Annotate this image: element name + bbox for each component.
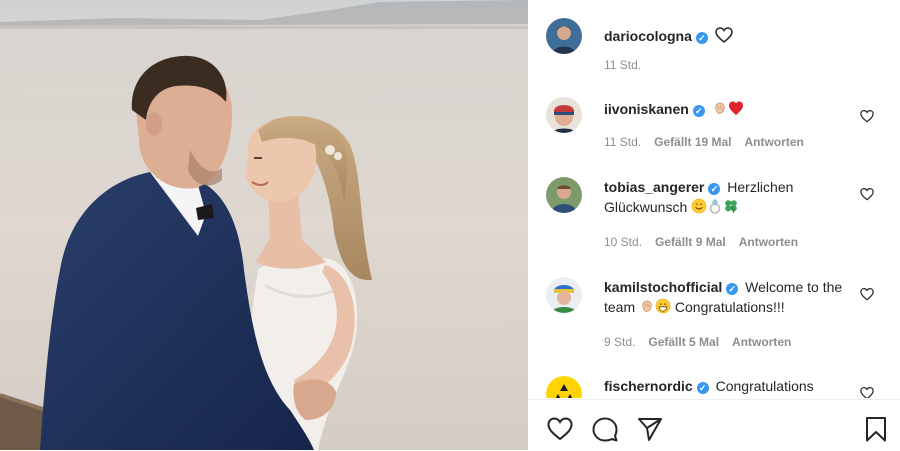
comment-like-heart-icon[interactable]	[860, 386, 874, 398]
instagram-post-view: dariocologna ✓ 11 Std. iivoniskanen ✓ 11…	[0, 0, 900, 450]
comment-body: Congratulations	[715, 378, 814, 394]
avatar[interactable]	[546, 18, 582, 54]
comment-item: iivoniskanen ✓ 11 Std. Gefällt 19 Mal Antwo…	[528, 97, 900, 167]
four-leaf-clover-icon	[725, 200, 737, 214]
reply-button[interactable]: Antworten	[732, 335, 791, 349]
comment-meta: 11 Std. Gefällt 19 Mal Antworten	[604, 135, 817, 149]
wedding-photo-image	[0, 0, 528, 450]
comment-username[interactable]: iivoniskanen	[604, 101, 689, 117]
comment-meta: 9 Std. Gefällt 5 Mal Antworten	[604, 335, 804, 349]
comment-username[interactable]: kamilstochofficial	[604, 279, 722, 295]
timestamp: 10 Std.	[604, 235, 643, 249]
verified-badge-icon: ✓	[726, 283, 739, 295]
smiling-face-icon	[691, 198, 707, 214]
clapping-hands-icon	[715, 102, 725, 114]
white-heart-icon	[715, 27, 733, 43]
red-heart-icon	[728, 101, 743, 115]
timestamp: 11 Std.	[604, 135, 642, 149]
ring-icon	[709, 199, 721, 214]
comment-text: fischernordic ✓ Congratulations	[604, 376, 862, 396]
author-avatar-image	[546, 18, 582, 54]
avatar[interactable]	[546, 177, 582, 213]
comment-username[interactable]: tobias_angerer	[604, 179, 704, 195]
comment-like-heart-icon[interactable]	[860, 187, 874, 201]
post-photo[interactable]	[0, 0, 528, 450]
post-caption: dariocologna ✓ 11 Std.	[528, 18, 900, 78]
verified-badge-icon: ✓	[696, 382, 709, 394]
caption-text: dariocologna ✓	[604, 26, 862, 46]
comment-username[interactable]: fischernordic	[604, 378, 693, 394]
commenter-avatar-image	[546, 97, 582, 133]
avatar[interactable]	[546, 277, 582, 313]
comment-text: tobias_angerer ✓ Herzlichen Glückwunsch	[604, 177, 862, 217]
commenter-avatar-image	[546, 177, 582, 213]
post-time: 11 Std.	[604, 58, 654, 72]
comment-item: tobias_angerer✓ Herzlichen Glückwunsch	[528, 177, 900, 267]
comment-text: kamilstochofficial ✓ Welcome to the team …	[604, 277, 862, 317]
post-sidebar: dariocologna ✓ 11 Std. iivoniskanen ✓ 11…	[528, 0, 900, 450]
comment-like-heart-icon[interactable]	[860, 109, 874, 123]
comment-like-heart-icon[interactable]	[860, 287, 874, 301]
bookmark-icon[interactable]	[862, 415, 890, 443]
author-username[interactable]: dariocologna	[604, 28, 692, 44]
post-action-bar	[528, 399, 900, 451]
verified-badge-icon: ✓	[708, 183, 721, 195]
verified-badge-icon: ✓	[692, 105, 705, 117]
comment-item: fischernordic ✓ Congratulations	[528, 376, 900, 398]
send-icon[interactable]	[636, 415, 664, 443]
timestamp: 9 Std.	[604, 335, 636, 349]
reply-button[interactable]: Antworten	[745, 135, 804, 149]
comment-item: kamilstochofficial ✓ Welcome to the team …	[528, 277, 900, 367]
commenter-avatar-image	[546, 277, 582, 313]
comment-meta: 10 Std. Gefällt 9 Mal Antworten	[604, 235, 811, 249]
like-count[interactable]: Gefällt 19 Mal	[654, 135, 731, 149]
reply-button[interactable]: Antworten	[739, 235, 798, 249]
comment-body-continued: Congratulations!!!	[674, 299, 785, 315]
comment-text: iivoniskanen ✓	[604, 99, 862, 119]
heart-icon[interactable]	[546, 415, 574, 443]
comments-list[interactable]: dariocologna ✓ 11 Std. iivoniskanen ✓ 11…	[528, 0, 900, 398]
like-count[interactable]: Gefällt 9 Mal	[655, 235, 726, 249]
fischer-logo-avatar-image	[546, 376, 582, 398]
avatar[interactable]	[546, 376, 582, 398]
avatar[interactable]	[546, 97, 582, 133]
timestamp: 11 Std.	[604, 58, 642, 72]
grinning-face-icon	[655, 298, 671, 314]
like-count[interactable]: Gefällt 5 Mal	[648, 335, 719, 349]
verified-badge-icon: ✓	[695, 32, 708, 44]
comment-icon[interactable]	[591, 415, 619, 443]
clapping-hands-icon	[642, 300, 652, 312]
